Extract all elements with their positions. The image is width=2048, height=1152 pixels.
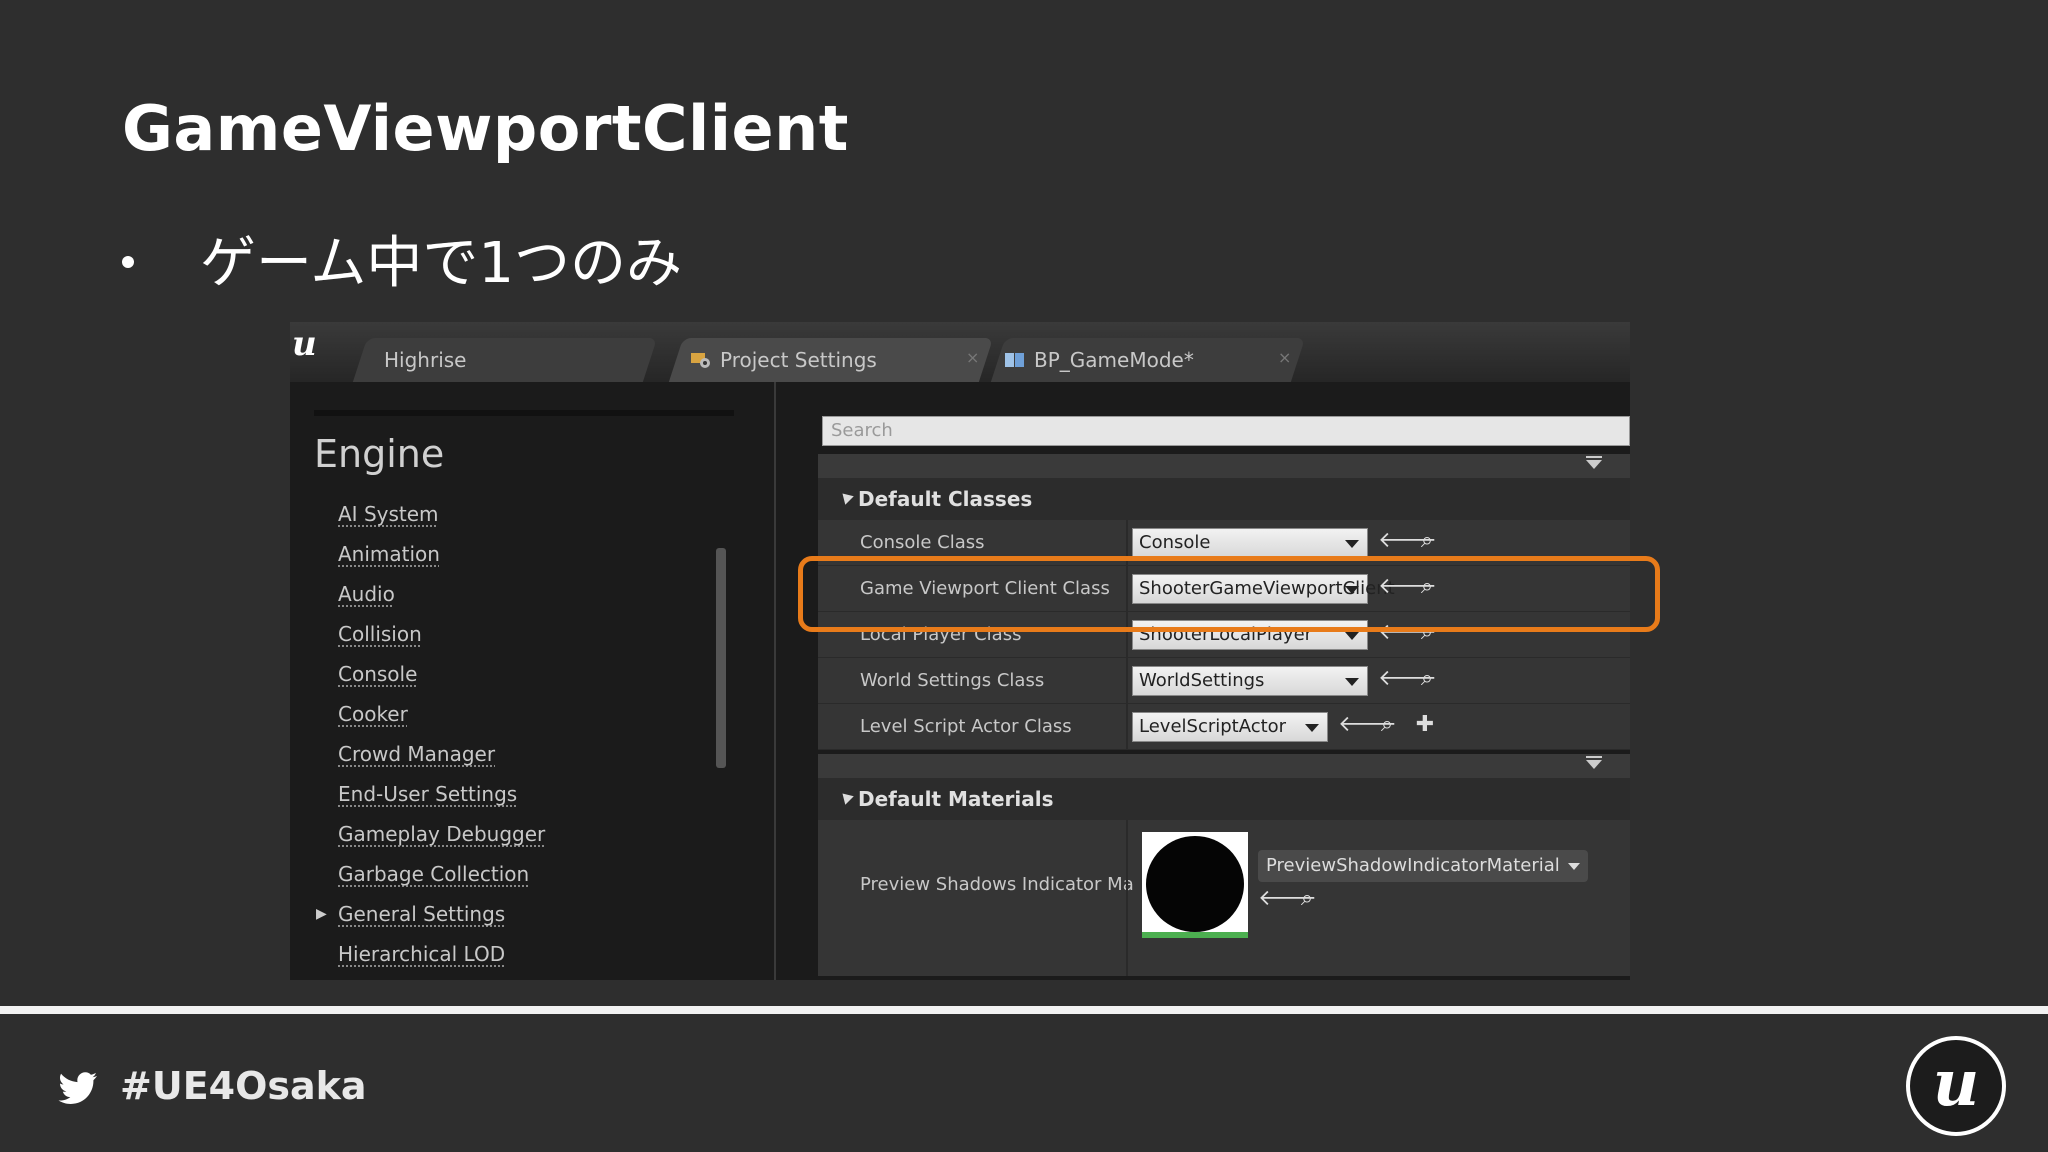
twitter-bird-icon [58,1072,97,1104]
details-pane: Search Default Classes Console Class Con… [776,382,1630,980]
chevron-down-icon [1345,678,1359,686]
combo-value: WorldSettings [1139,670,1265,691]
section-title: Default Materials [858,787,1054,811]
prop-label: Preview Shadows Indicator Ma [860,874,1134,895]
chevron-down-icon [1345,540,1359,548]
sidebar-item-general-settings[interactable]: ▶ General Settings [316,894,545,934]
use-selected-arrow-icon[interactable]: 🡐 [1258,884,1317,914]
bullet-item: ゲーム中で1つのみ [122,218,682,299]
tab-label: Highrise [384,348,467,372]
tab-project-settings[interactable]: Project Settings [690,338,877,382]
splitter[interactable] [1126,704,1128,750]
expand-triangle-icon[interactable] [838,489,854,505]
use-selected-arrow-icon[interactable]: 🡐 [1378,526,1437,556]
tab-highrise[interactable]: Highrise [384,338,466,382]
sidebar-divider [314,410,734,416]
default-materials-header[interactable]: Default Materials [818,778,1630,820]
prop-label: Level Script Actor Class [860,716,1072,737]
close-tab-icon[interactable]: × [1278,348,1291,367]
splitter[interactable] [1126,658,1128,704]
unreal-engine-logo-icon: u [1906,1036,2006,1136]
sidebar-item-end-user-settings[interactable]: End-User Settings [338,774,545,814]
add-new-icon[interactable]: ✚ [1412,710,1438,740]
browse-search-icon[interactable]: ⌕ [1414,526,1440,556]
use-selected-arrow-icon[interactable]: 🡐 [1338,710,1397,740]
bullet-text: ゲーム中で1つのみ [200,231,682,296]
tab-bp-gamemode[interactable]: BP_GameMode* [1004,338,1194,382]
combo-value: LevelScriptActor [1139,716,1287,737]
footer-hashtag: #UE4Osaka [120,1064,367,1108]
tab-bar: u Highrise Project Settings × BP_GameMod… [290,322,1630,382]
close-tab-icon[interactable]: × [966,348,979,367]
unreal-logo-icon: u [292,324,317,364]
material-combo[interactable]: PreviewShadowIndicatorMaterial [1258,850,1588,882]
settings-gear-icon [691,353,710,368]
default-classes-header[interactable]: Default Classes [818,478,1630,520]
prop-row-preview-shadows-material: Preview Shadows Indicator Ma PreviewShad… [818,820,1630,976]
expand-caret-icon[interactable]: ▶ [316,894,327,934]
browse-search-icon[interactable]: ⌕ [1374,710,1400,740]
search-input[interactable]: Search [822,416,1630,446]
highlight-box [798,556,1660,632]
material-preview-sphere [1146,836,1244,932]
blueprint-book-icon [1005,353,1024,367]
tab-label: BP_GameMode* [1034,348,1194,372]
collapse-bar[interactable] [818,754,1630,778]
sidebar-item-audio[interactable]: Audio [338,574,545,614]
sidebar-item-garbage-collection[interactable]: Garbage Collection [338,854,545,894]
class-combo[interactable]: Console [1132,528,1368,558]
slide-title: GameViewportClient [122,92,849,165]
collapse-arrow-icon[interactable] [1586,456,1602,469]
expand-triangle-icon[interactable] [838,789,854,805]
class-combo[interactable]: LevelScriptActor [1132,712,1328,742]
browse-search-icon[interactable]: ⌕ [1414,664,1440,694]
sidebar-item-gameplay-debugger[interactable]: Gameplay Debugger [338,814,545,854]
use-selected-arrow-icon[interactable]: 🡐 [1378,664,1437,694]
sidebar-item-collision[interactable]: Collision [338,614,545,654]
collapse-arrow-icon[interactable] [1586,756,1602,769]
section-title: Default Classes [858,487,1033,511]
sidebar-item-label: General Settings [338,902,506,926]
browse-search-icon[interactable]: ⌕ [1294,884,1320,914]
prop-label: World Settings Class [860,670,1045,691]
combo-value: PreviewShadowIndicatorMaterial [1266,855,1560,876]
bullet-dot-icon [122,255,134,268]
editor-screenshot: u Highrise Project Settings × BP_GameMod… [290,322,1630,980]
footer-divider [0,1006,2048,1014]
sidebar-item-hierarchical-lod[interactable]: Hierarchical LOD [338,934,545,974]
combo-value: Console [1139,532,1211,553]
sidebar-scrollbar[interactable] [716,548,726,768]
sidebar-heading: Engine [314,432,445,476]
collapse-bar[interactable] [818,454,1630,478]
splitter[interactable] [1126,820,1128,976]
tab-label: Project Settings [720,348,877,372]
sidebar-item-console[interactable]: Console [338,654,545,694]
material-thumbnail[interactable] [1142,832,1248,938]
sidebar-item-animation[interactable]: Animation [338,534,545,574]
prop-row-level-script-actor-class: Level Script Actor Class LevelScriptActo… [818,704,1630,750]
chevron-down-icon [1345,632,1359,640]
chevron-down-icon [1305,724,1319,732]
sidebar-list: AI System Animation Audio Collision Cons… [316,494,545,974]
class-combo[interactable]: WorldSettings [1132,666,1368,696]
sidebar-item-ai-system[interactable]: AI System [338,494,545,534]
sidebar-item-crowd-manager[interactable]: Crowd Manager [338,734,545,774]
chevron-down-icon [1567,863,1580,870]
sidebar-item-cooker[interactable]: Cooker [338,694,545,734]
prop-row-world-settings-class: World Settings Class WorldSettings 🡐 ⌕ [818,658,1630,704]
